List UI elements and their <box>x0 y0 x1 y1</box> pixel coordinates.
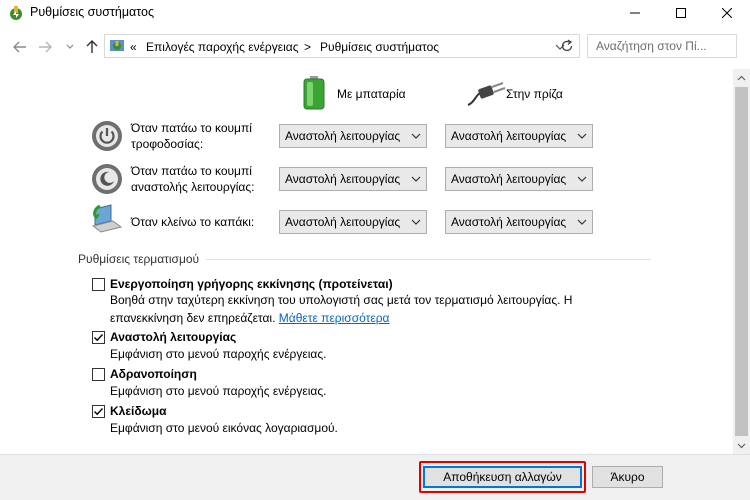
lid-close-battery-select[interactable]: Αναστολή λειτουργίας <box>279 210 427 234</box>
sleep-description: Εμφάνιση στο μενού παροχής ενέργειας. <box>110 347 327 361</box>
breadcrumb-overflow[interactable]: « <box>130 40 137 54</box>
chevron-down-icon <box>577 219 587 225</box>
address-bar[interactable]: « Επιλογές παροχής ενέργειας > Ρυθμίσεις… <box>104 34 580 58</box>
chevron-down-icon <box>577 176 587 182</box>
recent-dropdown-icon <box>66 44 74 49</box>
minimize-button[interactable] <box>612 0 658 26</box>
checkmark-icon <box>94 334 104 342</box>
hibernate-title: Αδρανοποίηση <box>110 367 197 381</box>
window-title: Ρυθμίσεις συστήματος <box>30 5 154 19</box>
plug-icon <box>467 82 506 106</box>
sleep-button-plugged-value: Αναστολή λειτουργίας <box>451 172 567 186</box>
chevron-down-icon <box>577 133 587 139</box>
fast-startup-title: Ενεργοποίηση γρήγορης εκκίνησης (προτείν… <box>110 277 393 291</box>
lock-title: Κλείδωμα <box>110 404 167 418</box>
sleep-checkbox[interactable] <box>92 331 105 344</box>
column-header-plugged: Στην πρίζα <box>506 87 563 101</box>
forward-arrow-icon <box>39 41 52 53</box>
scroll-down-icon <box>737 443 746 448</box>
hibernate-description: Εμφάνιση στο μενού παροχής ενέργειας. <box>110 384 327 398</box>
lock-description: Εμφάνιση στο μενού εικόνας λογαριασμού. <box>110 421 338 435</box>
title-bar: Ρυθμίσεις συστήματος <box>0 0 750 26</box>
lid-close-plugged-select[interactable]: Αναστολή λειτουργίας <box>445 210 593 234</box>
lid-close-plugged-value: Αναστολή λειτουργίας <box>451 215 567 229</box>
fast-startup-desc-line1: Βοηθά στην ταχύτερη εκκίνηση του υπολογι… <box>110 293 573 307</box>
fast-startup-description: Βοηθά στην ταχύτερη εκκίνηση του υπολογι… <box>110 291 572 327</box>
maximize-button[interactable] <box>658 0 704 26</box>
breadcrumb-power-options[interactable]: Επιλογές παροχής ενέργειας <box>146 40 298 54</box>
recent-locations-button[interactable] <box>62 39 78 55</box>
up-button[interactable] <box>84 39 100 55</box>
sleep-button-label: Όταν πατάω το κουμπί αναστολής λειτουργί… <box>131 164 255 194</box>
hibernate-checkbox[interactable] <box>92 368 105 381</box>
navigation-bar: « Επιλογές παροχής ενέργειας > Ρυθμίσεις… <box>0 31 750 63</box>
settings-content: Με μπαταρία Στην πρίζα Όταν πατάω το κου… <box>0 69 733 454</box>
shutdown-settings-heading: Ρυθμίσεις τερματισμού <box>78 252 200 266</box>
scroll-down-button[interactable] <box>733 437 750 454</box>
power-button-label: Όταν πατάω το κουμπί τροφοδοσίας: <box>131 121 252 151</box>
sleep-button-icon <box>92 164 122 194</box>
power-button-icon <box>92 121 122 151</box>
chevron-down-icon <box>411 176 421 182</box>
section-divider <box>206 259 651 260</box>
up-arrow-icon <box>86 40 98 53</box>
sleep-button-battery-value: Αναστολή λειτουργίας <box>285 172 401 186</box>
power-button-battery-value: Αναστολή λειτουργίας <box>285 129 401 143</box>
back-arrow-icon <box>13 41 26 53</box>
close-button[interactable] <box>704 0 750 26</box>
back-button[interactable] <box>12 39 28 55</box>
fast-startup-desc-line2: επανεκκίνηση δεν επηρεάζεται. <box>110 311 276 325</box>
vertical-scrollbar[interactable] <box>733 69 750 454</box>
search-input[interactable] <box>588 35 736 57</box>
refresh-button[interactable] <box>553 34 580 58</box>
sleep-title: Αναστολή λειτουργίας <box>110 330 237 344</box>
save-changes-button[interactable]: Αποθήκευση αλλαγών <box>423 466 582 488</box>
power-button-plugged-select[interactable]: Αναστολή λειτουργίας <box>445 124 593 148</box>
column-header-battery: Με μπαταρία <box>337 87 406 101</box>
chevron-down-icon <box>411 133 421 139</box>
fast-startup-checkbox[interactable] <box>92 278 105 291</box>
search-box[interactable] <box>587 34 737 58</box>
laptop-lid-icon <box>91 204 123 233</box>
breadcrumb-system-settings[interactable]: Ρυθμίσεις συστήματος <box>320 40 439 54</box>
minimize-icon <box>630 12 640 14</box>
learn-more-link[interactable]: Μάθετε περισσότερα <box>279 311 390 325</box>
lock-checkbox[interactable] <box>92 405 105 418</box>
breadcrumb-separator: > <box>304 40 312 54</box>
power-button-battery-select[interactable]: Αναστολή λειτουργίας <box>279 124 427 148</box>
lid-close-label: Όταν κλείνω το καπάκι: <box>131 215 255 229</box>
battery-icon <box>303 76 325 110</box>
lid-close-battery-value: Αναστολή λειτουργίας <box>285 215 401 229</box>
power-options-icon <box>110 40 124 51</box>
refresh-icon <box>561 39 572 52</box>
power-options-icon <box>10 6 22 20</box>
scroll-up-button[interactable] <box>733 69 750 86</box>
cancel-button[interactable]: Άκυρο <box>592 466 663 488</box>
forward-button[interactable] <box>37 39 53 55</box>
maximize-icon <box>676 8 686 18</box>
sleep-button-plugged-select[interactable]: Αναστολή λειτουργίας <box>445 167 593 191</box>
checkmark-icon <box>94 408 104 416</box>
scroll-thumb[interactable] <box>735 87 748 436</box>
chevron-down-icon <box>411 219 421 225</box>
scroll-up-icon <box>737 75 746 80</box>
power-button-plugged-value: Αναστολή λειτουργίας <box>451 129 567 143</box>
sleep-button-battery-select[interactable]: Αναστολή λειτουργίας <box>279 167 427 191</box>
close-icon <box>722 8 732 18</box>
